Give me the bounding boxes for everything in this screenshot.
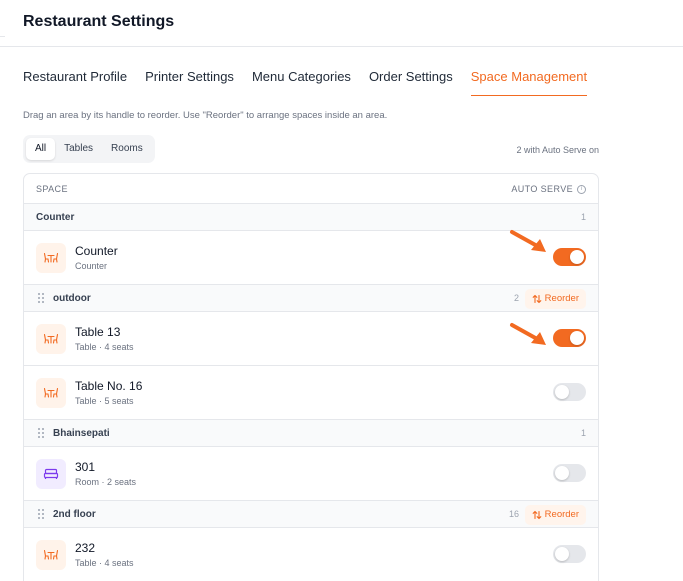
- tab-restaurant-profile[interactable]: Restaurant Profile: [23, 61, 127, 96]
- table-header: SPACE AUTO SERVE i: [24, 174, 598, 204]
- space-details: Table · 4 seats: [75, 342, 134, 352]
- bed-icon: [36, 459, 66, 489]
- area-name: Bhainsepati: [53, 428, 110, 439]
- space-row: Table No. 16 Table · 5 seats: [24, 366, 598, 420]
- reorder-arrows-icon: [532, 294, 542, 304]
- filter-all[interactable]: All: [26, 138, 56, 160]
- tab-printer-settings[interactable]: Printer Settings: [145, 61, 234, 96]
- toggle-knob: [555, 547, 569, 561]
- area-name: outdoor: [53, 293, 91, 304]
- area-name: Counter: [36, 212, 75, 223]
- space-row: 232 Table · 4 seats: [24, 528, 598, 581]
- toggle-knob: [555, 466, 569, 480]
- space-details: Room · 2 seats: [75, 477, 137, 487]
- reorder-hint: Drag an area by its handle to reorder. U…: [23, 110, 388, 121]
- table-chairs-icon: [36, 378, 66, 408]
- info-icon[interactable]: i: [577, 184, 586, 194]
- space-name: Table 13: [75, 325, 121, 339]
- space-name: 232: [75, 541, 96, 555]
- column-header-auto-serve-label: AUTO SERVE: [511, 184, 573, 194]
- tab-menu-categories[interactable]: Menu Categories: [252, 61, 351, 96]
- area-space-count: 16: [508, 509, 519, 519]
- annotation-arrow-icon: [510, 323, 546, 345]
- table-chairs-icon: [36, 324, 66, 354]
- area-header-bhainsepati: Bhainsepati 1: [24, 420, 598, 447]
- auto-serve-toggle[interactable]: [553, 329, 586, 347]
- reorder-button[interactable]: Reorder: [524, 289, 586, 309]
- column-header-auto-serve: AUTO SERVE i: [511, 184, 586, 194]
- auto-serve-toggle[interactable]: [553, 545, 586, 563]
- area-space-count: 1: [580, 212, 586, 222]
- area-name: 2nd floor: [53, 509, 96, 520]
- filter-tables[interactable]: Tables: [55, 138, 102, 160]
- space-details: Table · 5 seats: [75, 396, 134, 406]
- page-header: Restaurant Settings: [0, 0, 683, 47]
- space-name: Table No. 16: [75, 379, 143, 393]
- reorder-label: Reorder: [544, 293, 579, 304]
- area-header-2nd-floor: 2nd floor 16 Reorder: [24, 501, 598, 528]
- drag-handle-icon[interactable]: [38, 509, 44, 519]
- column-header-space: SPACE: [36, 184, 68, 194]
- space-details: Table · 4 seats: [75, 558, 134, 568]
- reorder-button[interactable]: Reorder: [524, 505, 586, 525]
- drag-handle-icon[interactable]: [38, 428, 44, 438]
- area-space-count: 2: [513, 293, 519, 303]
- space-name: 301: [75, 460, 96, 474]
- divider: [0, 36, 5, 37]
- tab-space-management[interactable]: Space Management: [470, 61, 588, 96]
- toggle-knob: [570, 331, 584, 345]
- auto-serve-count: 2 with Auto Serve on: [516, 145, 599, 155]
- space-row: 301 Room · 2 seats: [24, 447, 598, 501]
- space-name: Counter: [75, 244, 118, 258]
- table-chairs-icon: [36, 540, 66, 570]
- toggle-knob: [570, 250, 584, 264]
- reorder-arrows-icon: [532, 510, 542, 520]
- filter-rooms[interactable]: Rooms: [102, 138, 152, 160]
- auto-serve-toggle[interactable]: [553, 248, 586, 266]
- settings-tabs: Restaurant Profile Printer Settings Menu C…: [23, 61, 683, 96]
- area-space-count: 1: [580, 428, 586, 438]
- auto-serve-toggle[interactable]: [553, 383, 586, 401]
- drag-handle-icon[interactable]: [38, 293, 44, 303]
- page-title: Restaurant Settings: [23, 13, 175, 30]
- space-details: Counter: [75, 261, 108, 271]
- annotation-arrow-icon: [510, 230, 546, 252]
- area-header-outdoor: outdoor 2 Reorder: [24, 285, 598, 312]
- toggle-knob: [555, 385, 569, 399]
- reorder-label: Reorder: [544, 509, 579, 520]
- table-chairs-icon: [36, 243, 66, 273]
- tab-order-settings[interactable]: Order Settings: [369, 61, 453, 96]
- auto-serve-toggle[interactable]: [553, 464, 586, 482]
- space-type-filter: All Tables Rooms: [23, 135, 155, 163]
